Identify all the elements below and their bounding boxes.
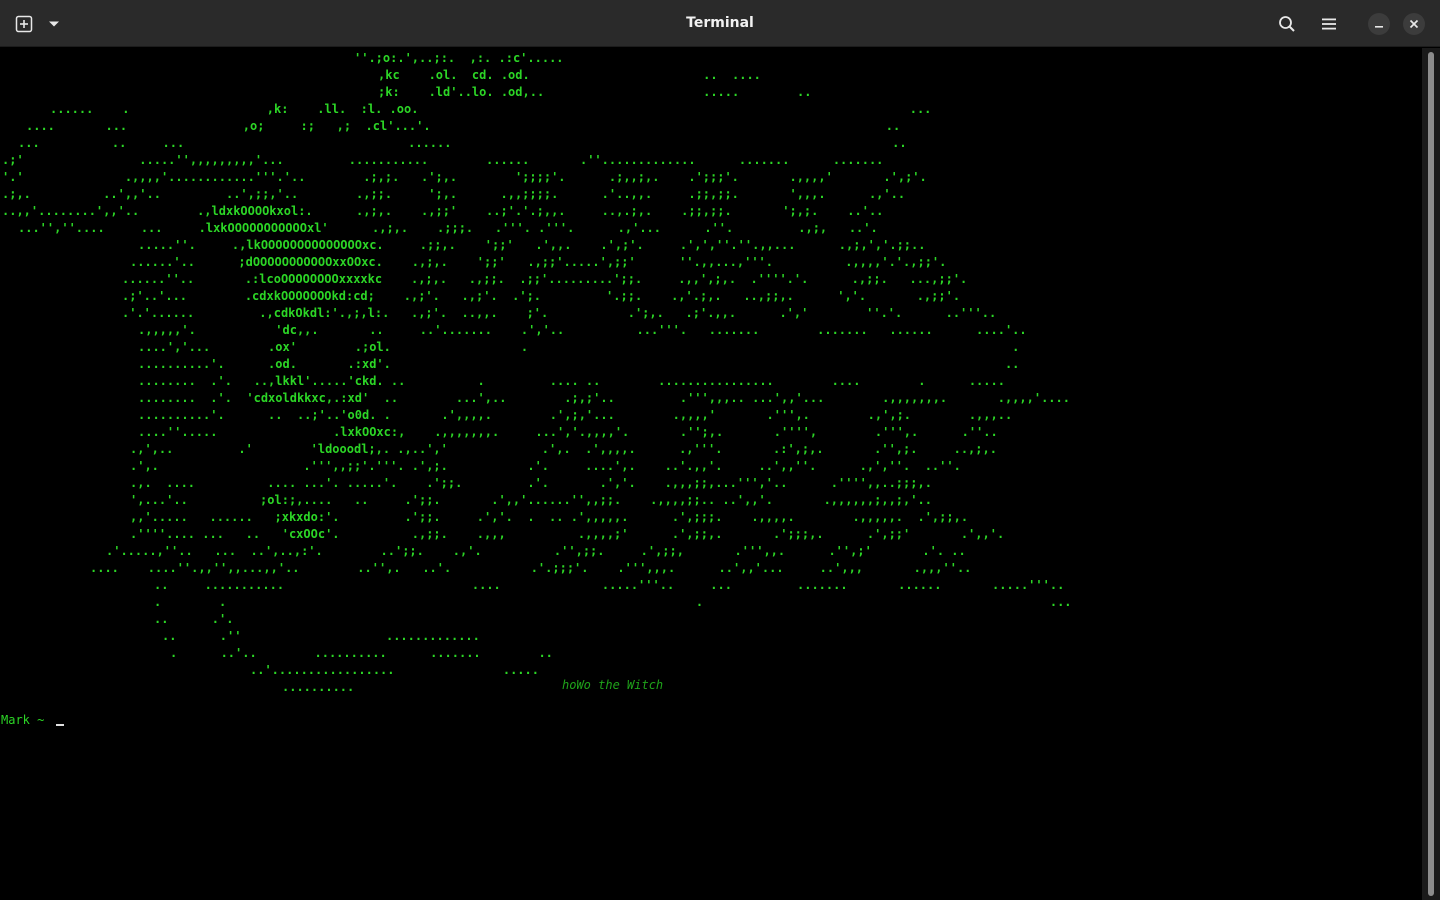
tab-menu-dropdown-button[interactable] <box>40 10 68 38</box>
ascii-art-line: ...... . ,k: .ll. :l. .oo. ... <box>50 102 932 116</box>
ascii-art-line: .... ....''.,,'',,...,,'.. ..'',. ..'. .… <box>90 561 972 575</box>
new-tab-button[interactable] <box>10 10 38 38</box>
search-icon <box>1279 16 1295 32</box>
ascii-art-line: .;' .....'',,,,,,,,,'... ........... ...… <box>2 153 884 167</box>
ascii-art-line: ..........'. .. ..;'..'o0d. . .',,,,. .'… <box>138 408 1013 422</box>
hamburger-menu-icon <box>1322 18 1336 30</box>
search-button[interactable] <box>1273 10 1301 38</box>
text-cursor <box>55 724 64 726</box>
ascii-art-line: ..........'. .od. .:xd'. .. <box>138 357 1020 371</box>
shell-prompt[interactable]: Mark ~ <box>1 712 64 729</box>
prompt-symbol: ~ <box>37 713 45 727</box>
ascii-art-line: ..'................. ..... <box>250 663 539 677</box>
ascii-art-line: ;k: .ld'..lo. .od,.. ..... .. <box>378 85 812 99</box>
ascii-art-line: ,kc .ol. cd. .od. .. .... <box>378 68 761 82</box>
ascii-art-line: '.' .,,,,'............'''.'.. .;,;. .';,… <box>2 170 927 184</box>
new-tab-icon <box>15 15 33 33</box>
ascii-art-line: ,,'..... ...... ;xkxdo:'. .';;. .','. . … <box>130 510 969 524</box>
chevron-down-icon <box>49 21 59 27</box>
close-icon <box>1409 19 1419 29</box>
ascii-art-line: ..,,'........',,'.. .,ldxkOOOOkxol:. .,;… <box>2 204 884 218</box>
ascii-art-line: .;'..'... .cdxkOOOOOOOkd:cd; .,;'. .,;'.… <box>122 289 961 303</box>
ascii-art-line: .'.....,''.. ... ..',..,:'. ..';;. .,'. … <box>106 544 966 558</box>
minimize-button[interactable] <box>1368 13 1390 35</box>
ascii-art-line: . . . ... <box>154 595 1072 609</box>
ascii-art-line: ......''.. .:lcoOOOOOOOOxxxxkc .,;,. .,;… <box>122 272 968 286</box>
ascii-art-line: .....''. .,lkOOOOOOOOOOOOOOxc. .;;,. ';;… <box>138 238 926 252</box>
ascii-art-line: .. .'' ............. <box>162 629 480 643</box>
terminal-output[interactable]: ''.;o:.',..;:. ,:. .:c'..... ,kc .ol. cd.… <box>0 48 1422 900</box>
ascii-art-line: ...'',''.... ... .lxkOOOOOOOOOOOxl' .,;,… <box>18 221 878 235</box>
ascii-art-line: ....''..... .lxkOOxc:, .,,,,,,,. ...','.… <box>138 425 998 439</box>
ascii-art-line: .. .'. <box>154 612 234 626</box>
window-titlebar: Terminal <box>0 0 1440 47</box>
main-menu-button[interactable] <box>1315 10 1343 38</box>
scrollbar-thumb[interactable] <box>1428 52 1434 896</box>
ascii-art-line: .......... <box>282 680 355 694</box>
ascii-art-line: ',...'.. ;ol:;,.... .. .';;. .',,'......… <box>130 493 932 507</box>
ascii-art-line: .''''.... ... .. 'cxOOc'. .,;;. .,,, .,,… <box>130 527 1005 541</box>
ascii-art-line: .. ........... .... .....'''.. ... .....… <box>154 578 1065 592</box>
ascii-art-line: ... .. ... ...... .. <box>18 136 907 150</box>
ascii-art-line: . ..'.. .......... ....... .. <box>170 646 553 660</box>
terminal-scrollbar[interactable] <box>1422 48 1440 900</box>
ascii-art-line: .;,. ..',,'.. ..',;;,'.. .,;;. ';,. .,,;… <box>2 187 906 201</box>
minimize-icon <box>1375 26 1383 28</box>
ascii-art-line: ........ .'. ..,lkkl'.....'ckd. .. . ...… <box>138 374 1005 388</box>
ascii-art-line: .... ... ,o; :; ,; .cl'...'. .. <box>26 119 901 133</box>
ascii-art-line: ......'.. ;dOOOOOOOOOOOxxOOxc. .,;,. ';;… <box>130 255 947 269</box>
prompt-user: Mark <box>1 713 30 727</box>
ascii-art-line: ....','... .ox' .;ol. . . <box>138 340 1020 354</box>
ascii-art-line: ........ .'. 'cdxoldkkxc,.:xd' .. ...',.… <box>138 391 1070 405</box>
ascii-art-line: .',. .''',,;;'.'''. .',;. .'. ....',. ..… <box>130 459 961 473</box>
ascii-art-line: ''.;o:.',..;:. ,:. .:c'..... <box>354 51 564 65</box>
ascii-art-line: .,. .... .... ...'. .....'. .';;. .'. .'… <box>130 476 932 490</box>
ascii-art-line: .'.'...... .,cdkOkdl:'.,;,l:. .,;'. ..,,… <box>122 306 997 320</box>
close-button[interactable] <box>1403 13 1425 35</box>
ascii-art-line: .,,,,,'. 'dc,,. .. ..'....... .','.. ...… <box>138 323 1027 337</box>
window-title: Terminal <box>686 15 754 31</box>
ascii-art-line: .,',.. .' 'ldooodl;,. .,..',' .',. .',,,… <box>130 442 997 456</box>
art-credit: hoWo the Witch <box>562 678 664 692</box>
